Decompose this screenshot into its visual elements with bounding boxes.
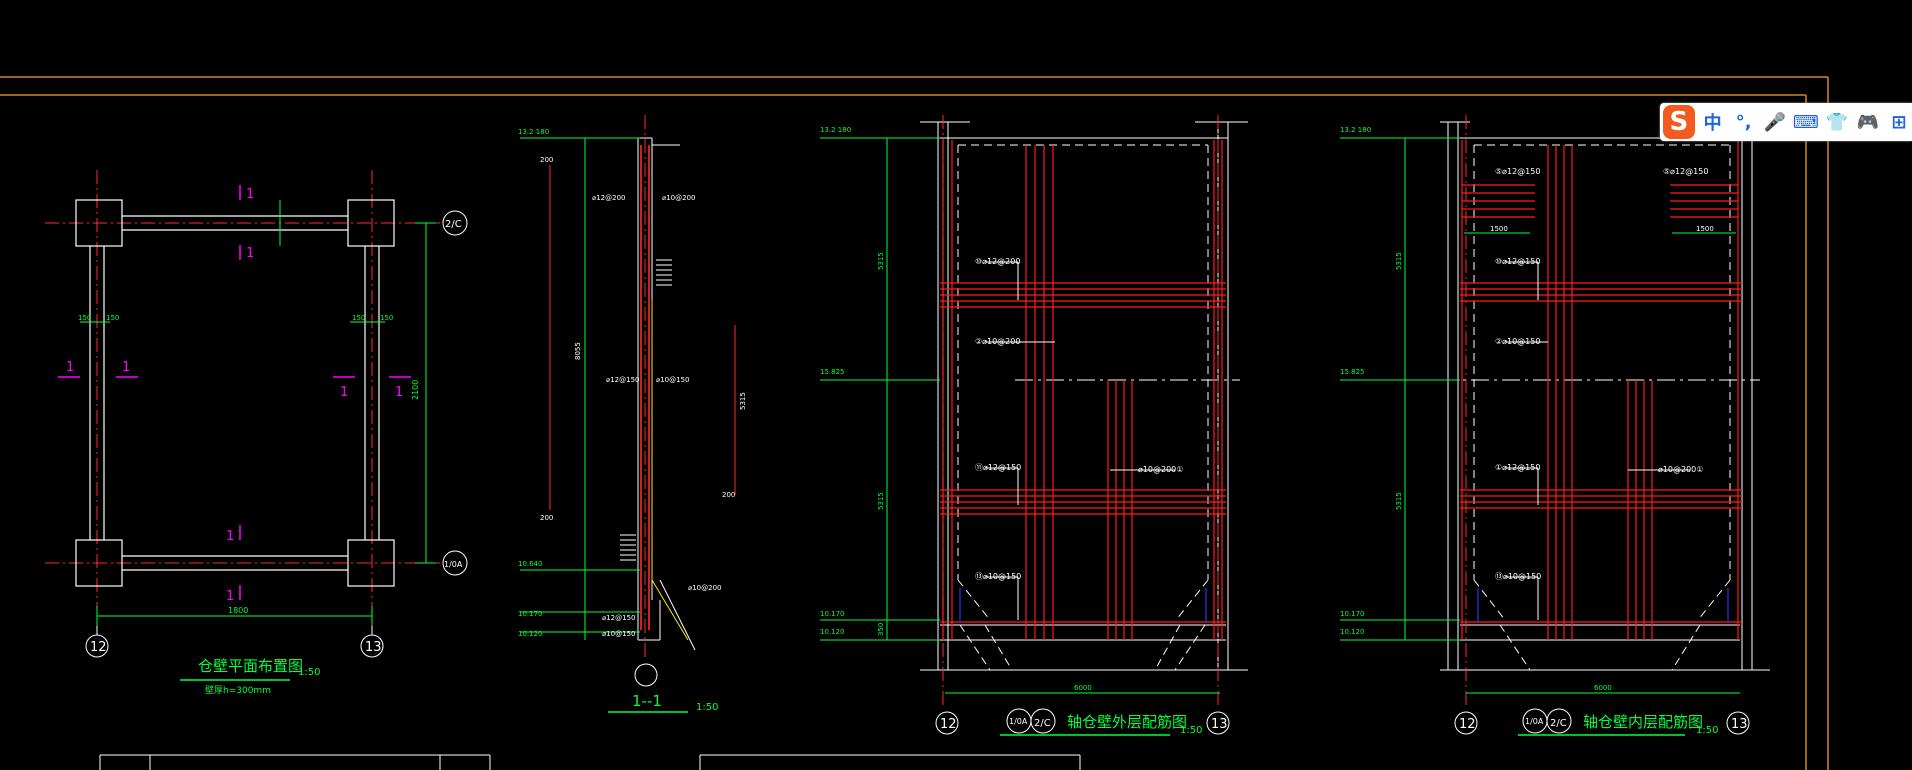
plan-axis-10a: 1/0A bbox=[444, 560, 463, 569]
sec-dim-5: 200 bbox=[722, 491, 735, 499]
section-title: 1--1 bbox=[632, 692, 662, 710]
sec-elev-3: 10.170 bbox=[518, 610, 543, 618]
sec-elev-4: 10.120 bbox=[518, 630, 543, 638]
inner-rebar-7: ⑬⌀10@150 bbox=[1495, 572, 1541, 581]
toolbox-icon[interactable]: ⊞ bbox=[1886, 108, 1912, 136]
outer-rebar-3: ⑪⌀12@150 bbox=[975, 463, 1021, 472]
sec-rebar-3: ⌀12@150 bbox=[606, 376, 639, 384]
outer-elev-2: 15.825 bbox=[820, 368, 845, 376]
inner-elev-2: 15.825 bbox=[1340, 368, 1365, 376]
sogou-logo-icon[interactable]: S bbox=[1663, 105, 1695, 139]
inner-axis-12: 12 bbox=[1459, 717, 1476, 732]
sec-elev-2: 10.640 bbox=[518, 560, 543, 568]
dim-small-1: 150 bbox=[78, 314, 91, 322]
inner-rebar-3: ⑩⌀12@150 bbox=[1495, 257, 1540, 266]
plan-title: 仓壁平面布置图 bbox=[198, 657, 303, 675]
outer-rebar-5: ⑬⌀10@150 bbox=[975, 572, 1021, 581]
inner-dim-1: 1500 bbox=[1490, 225, 1508, 233]
section-mark-bottom2: 1 bbox=[226, 589, 234, 604]
sec-rebar-7: ⌀10@150 bbox=[602, 630, 635, 638]
outer-rebar-1: ⑩⌀12@200 bbox=[975, 257, 1020, 266]
ime-toolbar[interactable]: S 中 °, 🎤 ⌨ 👕 🎮 ⊞ bbox=[1660, 103, 1912, 141]
dim-small-4: 150 bbox=[380, 314, 393, 322]
inner-elev-4: 10.120 bbox=[1340, 628, 1365, 636]
dim-width: 1800 bbox=[228, 606, 248, 615]
inner-axis-13: 13 bbox=[1731, 717, 1748, 732]
inner-elev-3: 10.170 bbox=[1340, 610, 1365, 618]
inner-rebar-view: 13.2 180 15.825 10.170 10.120 1500 1500 … bbox=[1340, 115, 1770, 736]
inner-rebar-4: ②⌀10@150 bbox=[1495, 337, 1540, 346]
inner-rebar-1: ⑤⌀12@150 bbox=[1495, 167, 1540, 176]
outer-elev-1: 13.2 180 bbox=[820, 126, 851, 134]
sec-dim-2: 8055 bbox=[574, 342, 582, 360]
inner-scale: 1:50 bbox=[1696, 725, 1718, 736]
plan-note: 壁厚h=300mm bbox=[205, 684, 271, 696]
section-mark-top2: 1 bbox=[246, 246, 254, 261]
inner-dim-4: 5315 bbox=[1395, 492, 1403, 510]
outer-title: 轴仓壁外层配筋图 bbox=[1067, 713, 1187, 731]
sec-rebar-2: ⌀10@200 bbox=[662, 194, 695, 202]
sec-rebar-4: ⌀10@150 bbox=[656, 376, 689, 384]
chinese-mode-icon[interactable]: 中 bbox=[1700, 108, 1726, 136]
inner-elev-1: 13.2 180 bbox=[1340, 126, 1371, 134]
next-row-partial bbox=[99, 754, 1081, 770]
outer-rebar-4: ⌀10@200① bbox=[1138, 465, 1183, 474]
inner-title: 轴仓壁内层配筋图 bbox=[1583, 713, 1703, 731]
sec-dim-4: 5315 bbox=[739, 392, 747, 410]
sec-dim-3: 200 bbox=[540, 514, 553, 522]
microphone-icon[interactable]: 🎤 bbox=[1762, 108, 1788, 136]
sec-dim-1: 200 bbox=[540, 156, 553, 164]
inner-dim-2: 1500 bbox=[1696, 225, 1714, 233]
section-mark-right: 1 bbox=[340, 385, 348, 400]
section-mark-right2: 1 bbox=[395, 385, 403, 400]
plan-axis-13: 13 bbox=[365, 640, 382, 655]
outer-rebar-view: 13.2 180 15.825 10.170 10.120 5315 5315 … bbox=[820, 115, 1248, 736]
plan-view: 1 1 1 1 1 1 1 1 2100 1800 150 150 150 15… bbox=[45, 170, 468, 696]
section-mark-bottom: 1 bbox=[226, 529, 234, 544]
plan-scale: 1:50 bbox=[298, 667, 320, 678]
outer-dim-1: 5315 bbox=[877, 252, 885, 270]
outer-elev-3: 10.170 bbox=[820, 610, 845, 618]
outer-axis-13: 13 bbox=[1211, 717, 1228, 732]
punctuation-icon[interactable]: °, bbox=[1731, 108, 1757, 136]
inner-axis-tag-1: 1/0A bbox=[1525, 717, 1544, 726]
outer-axis-tag-1: 1/0A bbox=[1009, 717, 1028, 726]
section-mark-top: 1 bbox=[246, 187, 254, 202]
sec-rebar-6: ⌀12@150 bbox=[602, 614, 635, 622]
outer-scale: 1:50 bbox=[1180, 725, 1202, 736]
keyboard-icon[interactable]: ⌨ bbox=[1793, 108, 1819, 136]
outer-dim-3: 350 bbox=[877, 623, 885, 636]
section-scale: 1:50 bbox=[696, 702, 718, 713]
section-mark-left: 1 bbox=[66, 360, 74, 375]
dim-small-2: 150 bbox=[106, 314, 119, 322]
sec-elev-top: 13.2 180 bbox=[518, 128, 549, 136]
inner-rebar-6: ⌀10@200① bbox=[1658, 465, 1703, 474]
plan-axis-2c: 2/C bbox=[445, 219, 462, 230]
outer-axis-tag-2: 2/C bbox=[1034, 718, 1051, 729]
inner-dim-3: 5315 bbox=[1395, 252, 1403, 270]
sec-rebar-1: ⌀12@200 bbox=[592, 194, 625, 202]
plan-axis-12: 12 bbox=[90, 640, 107, 655]
inner-dim-bottom: 6000 bbox=[1594, 684, 1612, 692]
cad-drawing-canvas[interactable]: 1 1 1 1 1 1 1 1 2100 1800 150 150 150 15… bbox=[0, 0, 1912, 770]
dim-height: 2100 bbox=[411, 380, 420, 400]
dim-small-3: 150 bbox=[352, 314, 365, 322]
sec-rebar-5: ⌀10@200 bbox=[688, 584, 721, 592]
outer-dim-2: 5315 bbox=[877, 492, 885, 510]
inner-axis-tag-2: 2/C bbox=[1550, 718, 1567, 729]
inner-rebar-2: ⑤⌀12@150 bbox=[1663, 167, 1708, 176]
outer-elev-4: 10.120 bbox=[820, 628, 845, 636]
outer-rebar-2: ②⌀10@200 bbox=[975, 337, 1020, 346]
section-mark-left2: 1 bbox=[122, 360, 130, 375]
skin-icon[interactable]: 👕 bbox=[1824, 108, 1850, 136]
outer-dim-bottom: 6000 bbox=[1074, 684, 1092, 692]
outer-axis-12: 12 bbox=[940, 717, 957, 732]
section-view: 13.2 180 10.640 10.170 10.120 200 8055 2… bbox=[518, 115, 747, 713]
inner-rebar-5: ①⌀12@150 bbox=[1495, 463, 1540, 472]
game-icon[interactable]: 🎮 bbox=[1855, 108, 1881, 136]
